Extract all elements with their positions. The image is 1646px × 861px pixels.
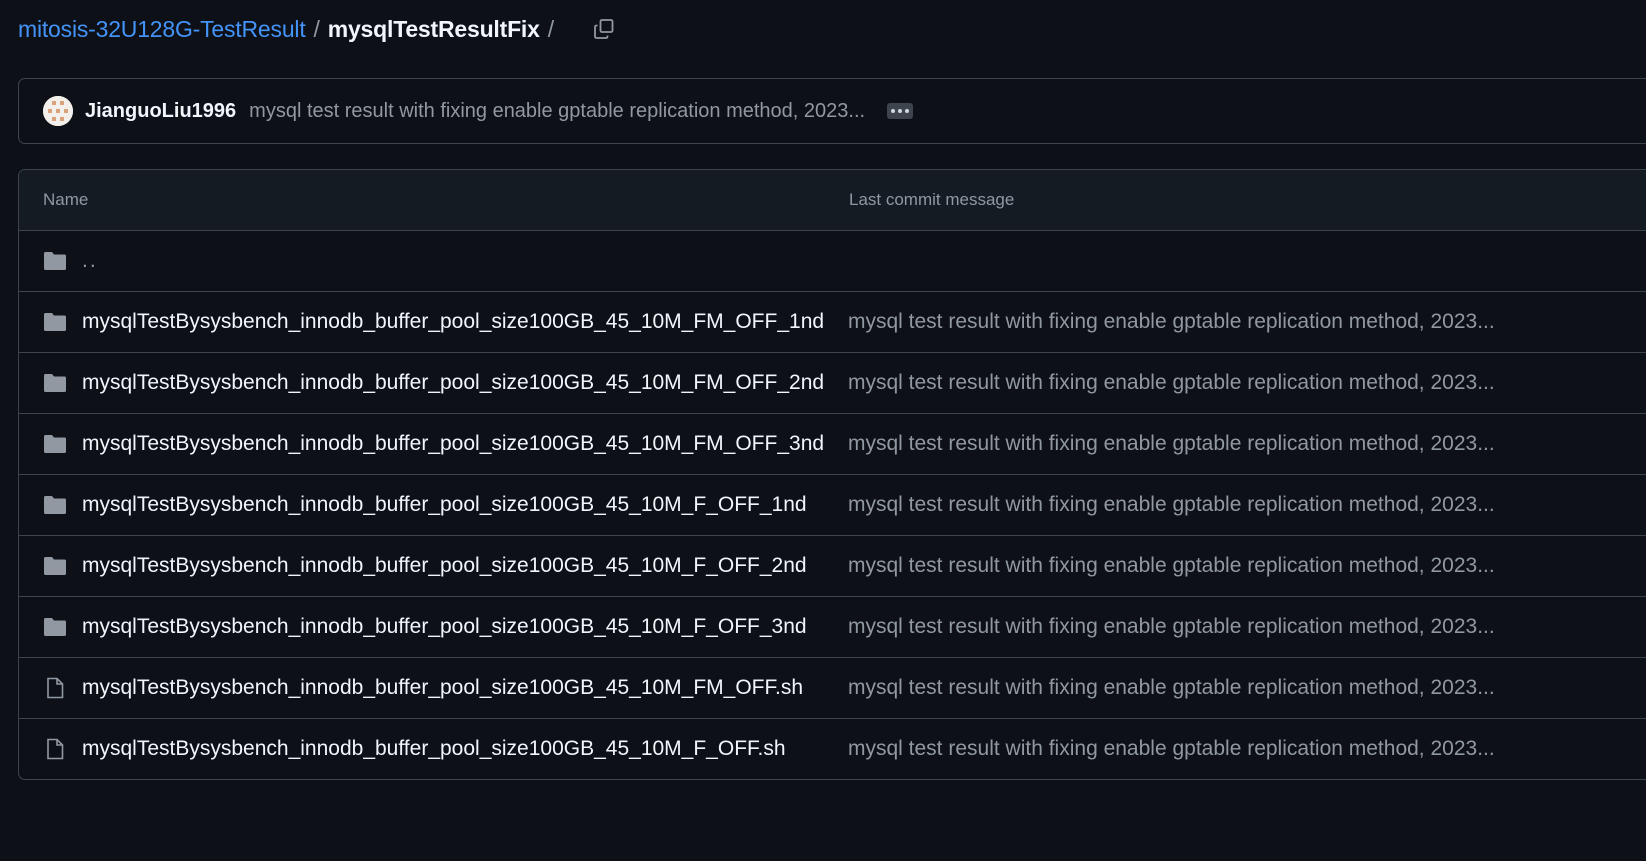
commit-message-link[interactable]: mysql test result with fixing enable gpt… — [249, 100, 865, 123]
folder-icon — [44, 435, 66, 453]
table-header: Name Last commit message — [19, 170, 1646, 231]
file-name-link[interactable]: mysqlTestBysysbench_innodb_buffer_pool_s… — [82, 432, 824, 456]
copy-icon — [594, 19, 614, 39]
commit-message-link[interactable]: mysql test result with fixing enable gpt… — [848, 493, 1495, 517]
file-name-link[interactable]: mysqlTestBysysbench_innodb_buffer_pool_s… — [82, 554, 807, 578]
table-row[interactable]: mysqlTestBysysbench_innodb_buffer_pool_s… — [19, 475, 1646, 536]
breadcrumb-current-folder: mysqlTestResultFix — [327, 15, 540, 42]
commit-message-link[interactable]: mysql test result with fixing enable gpt… — [848, 554, 1495, 578]
file-name-link[interactable]: mysqlTestBysysbench_innodb_buffer_pool_s… — [82, 371, 824, 395]
file-name-link[interactable]: mysqlTestBysysbench_innodb_buffer_pool_s… — [82, 310, 824, 334]
ellipsis-dot-icon — [905, 109, 910, 113]
file-name-link[interactable]: mysqlTestBysysbench_innodb_buffer_pool_s… — [82, 615, 807, 639]
table-row[interactable]: mysqlTestBysysbench_innodb_buffer_pool_s… — [19, 719, 1646, 779]
table-row[interactable]: mysqlTestBysysbench_innodb_buffer_pool_s… — [19, 597, 1646, 658]
avatar-identicon-icon — [43, 96, 73, 126]
expand-commit-message-button[interactable] — [887, 103, 914, 119]
column-header-name: Name — [43, 190, 89, 209]
file-name-link[interactable]: mysqlTestBysysbench_innodb_buffer_pool_s… — [82, 676, 803, 700]
folder-icon — [44, 557, 66, 575]
breadcrumb: mitosis-32U128G-TestResult / mysqlTestRe… — [18, 12, 620, 46]
commit-author-link[interactable]: JianguoLiu1996 — [85, 100, 236, 123]
column-header-last-commit-message: Last commit message — [849, 190, 1015, 209]
file-name-link[interactable]: mysqlTestBysysbench_innodb_buffer_pool_s… — [82, 737, 786, 761]
folder-icon — [44, 252, 66, 270]
file-table: Name Last commit message .. mysqlTestBys… — [18, 169, 1646, 780]
commit-message-link[interactable]: mysql test result with fixing enable gpt… — [848, 310, 1495, 334]
table-row[interactable]: mysqlTestBysysbench_innodb_buffer_pool_s… — [19, 292, 1646, 353]
folder-icon — [44, 374, 66, 392]
commit-message-link[interactable]: mysql test result with fixing enable gpt… — [848, 371, 1495, 395]
commit-message-link[interactable]: mysql test result with fixing enable gpt… — [848, 676, 1495, 700]
copy-path-button[interactable] — [588, 13, 620, 45]
breadcrumb-trailing-separator: / — [547, 15, 554, 42]
table-row[interactable]: mysqlTestBysysbench_innodb_buffer_pool_s… — [19, 658, 1646, 719]
parent-directory-row[interactable]: .. — [19, 231, 1646, 292]
table-row[interactable]: mysqlTestBysysbench_innodb_buffer_pool_s… — [19, 536, 1646, 597]
file-icon — [47, 677, 64, 699]
folder-icon — [44, 496, 66, 514]
table-row[interactable]: mysqlTestBysysbench_innodb_buffer_pool_s… — [19, 414, 1646, 475]
breadcrumb-separator: / — [313, 15, 320, 42]
ellipsis-dot-icon — [891, 109, 896, 113]
table-row[interactable]: mysqlTestBysysbench_innodb_buffer_pool_s… — [19, 353, 1646, 414]
ellipsis-dot-icon — [898, 109, 903, 113]
commit-message-link[interactable]: mysql test result with fixing enable gpt… — [848, 737, 1495, 761]
folder-icon — [44, 618, 66, 636]
latest-commit-bar: JianguoLiu1996 mysql test result with fi… — [18, 78, 1646, 144]
avatar[interactable] — [43, 96, 73, 126]
folder-icon — [44, 313, 66, 331]
commit-message-link[interactable]: mysql test result with fixing enable gpt… — [848, 615, 1495, 639]
file-icon — [47, 738, 64, 760]
commit-message-link[interactable]: mysql test result with fixing enable gpt… — [848, 432, 1495, 456]
breadcrumb-repo-link[interactable]: mitosis-32U128G-TestResult — [18, 16, 306, 43]
parent-directory-link[interactable]: .. — [82, 249, 98, 273]
file-name-link[interactable]: mysqlTestBysysbench_innodb_buffer_pool_s… — [82, 493, 807, 517]
